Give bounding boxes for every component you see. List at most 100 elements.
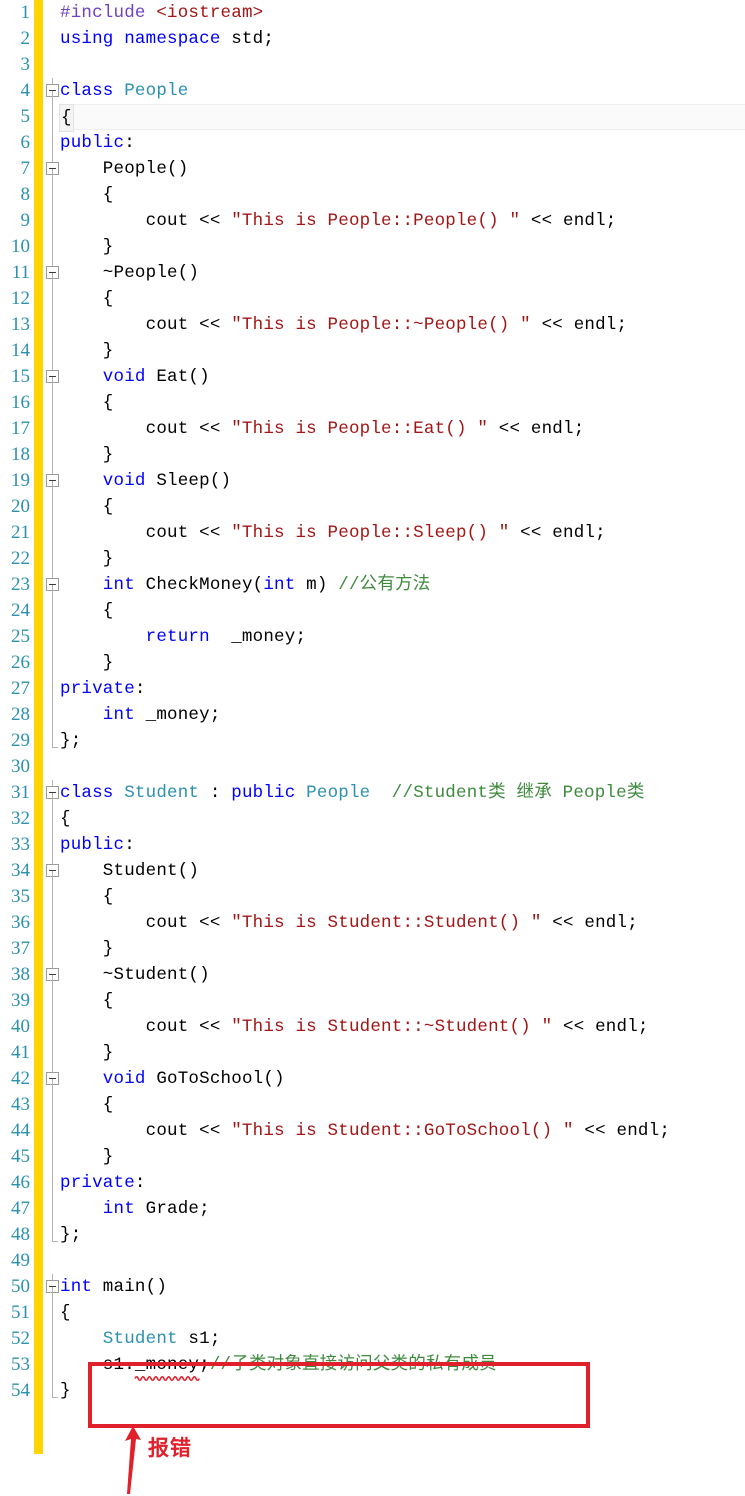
code-line[interactable]: 41 } [0,1040,745,1066]
code-line[interactable]: 11 ~People() [0,260,745,286]
code-line[interactable]: 27 private: [0,676,745,702]
code-token: : [124,133,135,153]
fold-collapse-icon[interactable] [45,364,61,390]
code-line[interactable]: 18 } [0,442,745,468]
code-token: { [60,393,114,413]
fold-guide-line [45,806,61,832]
fold-collapse-icon[interactable] [45,572,61,598]
line-number: 7 [20,158,31,179]
code-line[interactable]: 45 } [0,1144,745,1170]
code-line[interactable]: 13 cout << "This is People::~People() " … [0,312,745,338]
code-token: public [60,835,125,855]
code-line[interactable]: 7 People() [0,156,745,182]
line-number: 37 [11,938,30,959]
code-line[interactable]: 6 public: [0,130,745,156]
code-token: "This is People::~People() " [231,315,531,335]
code-token: main() [92,1277,168,1297]
line-number: 14 [11,340,30,361]
code-line[interactable]: 32 { [0,806,745,832]
code-line[interactable]: 51 { [0,1300,745,1326]
code-line[interactable]: 10 } [0,234,745,260]
code-line[interactable]: 4 class People [0,78,745,104]
code-line[interactable]: 24 { [0,598,745,624]
code-line[interactable]: 31 class Student : public People //Studen… [0,780,745,806]
code-line[interactable]: 14 } [0,338,745,364]
line-number: 50 [11,1276,30,1297]
code-line[interactable]: 15 void Eat() [0,364,745,390]
code-line[interactable]: 52 Student s1; [0,1326,745,1352]
line-number: 36 [11,912,30,933]
code-line[interactable]: 8 { [0,182,745,208]
code-line[interactable]: 20 { [0,494,745,520]
code-text: { [59,104,74,132]
code-token: _money; [134,705,221,725]
code-line[interactable]: 29}; [0,728,745,754]
code-line[interactable]: 49 [0,1248,745,1274]
code-line[interactable]: 54} [0,1378,745,1404]
code-line[interactable]: 5{ [0,104,745,132]
code-line[interactable]: 28 int _money; [0,702,745,728]
code-text: void GoToSchool() [60,1066,285,1092]
fold-collapse-icon[interactable] [45,780,61,806]
code-token: void [60,1069,146,1089]
fold-collapse-icon[interactable] [45,962,61,988]
code-line[interactable]: 46 private: [0,1170,745,1196]
code-text: Student() [60,858,199,884]
code-line[interactable]: 9 cout << "This is People::People() " <<… [0,208,745,234]
code-line[interactable]: 48}; [0,1222,745,1248]
fold-collapse-icon[interactable] [45,156,61,182]
code-line[interactable]: 47 int Grade; [0,1196,745,1222]
code-line[interactable]: 53 s1._money ;//子类对象直接访问父类的私有成员 [0,1352,745,1382]
code-token: } [60,341,114,361]
code-line[interactable]: 33 public: [0,832,745,858]
code-line[interactable]: 17 cout << "This is People::Eat() " << e… [0,416,745,442]
code-line[interactable]: 34 Student() [0,858,745,884]
code-text: void Eat() [60,364,210,390]
code-line[interactable]: 26 } [0,650,745,676]
code-token: : [124,835,135,855]
code-line[interactable]: 35 { [0,884,745,910]
code-line[interactable]: 21 cout << "This is People::Sleep() " <<… [0,520,745,546]
code-token: Eat() [145,367,210,387]
code-line[interactable]: 1 #include <iostream> [0,0,745,26]
code-line[interactable]: 25 return _money; [0,624,745,650]
fold-guide-line [45,546,61,572]
code-line[interactable]: 39 { [0,988,745,1014]
code-line[interactable]: 36 cout << "This is Student::Student() "… [0,910,745,936]
code-line[interactable]: 43 { [0,1092,745,1118]
fold-collapse-icon[interactable] [45,1066,61,1092]
line-number: 15 [11,366,30,387]
fold-collapse-icon[interactable] [45,1274,61,1300]
code-line[interactable]: 19 void Sleep() [0,468,745,494]
fold-collapse-icon[interactable] [45,260,61,286]
fold-collapse-icon[interactable] [45,78,61,104]
code-text: } [60,1040,114,1066]
code-line[interactable]: 22 } [0,546,745,572]
code-line[interactable]: 16 { [0,390,745,416]
code-line[interactable]: 42 void GoToSchool() [0,1066,745,1092]
code-line[interactable]: 3 [0,52,745,78]
code-text: int CheckMoney(int m) //公有方法 [60,572,430,598]
fold-guide-line [45,1092,61,1118]
line-number: 24 [11,600,30,621]
code-line[interactable]: 30 [0,754,745,780]
code-line[interactable]: 2 using namespace std; [0,26,745,52]
code-text: } [60,1378,71,1404]
line-number: 2 [20,28,31,49]
fold-collapse-icon[interactable] [45,468,61,494]
code-line[interactable]: 37 } [0,936,745,962]
code-token: { [60,601,114,621]
code-line[interactable]: 12 { [0,286,745,312]
code-line[interactable]: 50 int main() [0,1274,745,1300]
code-line[interactable]: 40 cout << "This is Student::~Student() … [0,1014,745,1040]
code-token: class [60,81,125,101]
line-number: 38 [11,964,30,985]
code-line[interactable]: 23 int CheckMoney(int m) //公有方法 [0,572,745,598]
code-line[interactable]: 38 ~Student() [0,962,745,988]
code-text: } [60,442,114,468]
code-editor[interactable]: 1 #include <iostream> 2 using namespace std… [0,0,745,1496]
code-text: { [60,988,114,1014]
fold-collapse-icon[interactable] [45,858,61,884]
code-line[interactable]: 44 cout << "This is Student::GoToSchool(… [0,1118,745,1144]
code-text: int _money; [60,702,221,728]
